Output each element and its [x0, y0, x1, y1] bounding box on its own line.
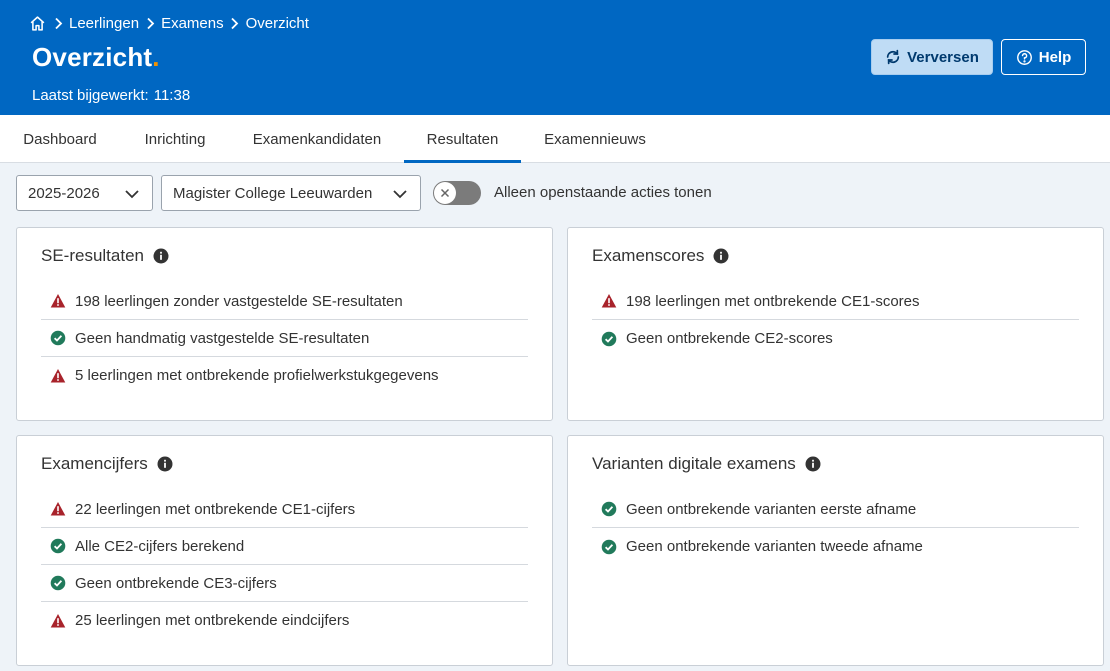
status-row-text: Geen ontbrekende varianten tweede afname — [626, 538, 923, 555]
warning-icon — [601, 293, 617, 309]
status-row-text: Geen ontbrekende CE2-scores — [626, 330, 833, 347]
help-icon — [1016, 49, 1032, 65]
tab-resultaten[interactable]: Resultaten — [404, 115, 521, 163]
breadcrumb-examens[interactable]: Examens — [161, 15, 224, 32]
info-icon[interactable] — [805, 456, 821, 472]
info-icon[interactable] — [157, 456, 173, 472]
check-circle-icon — [601, 501, 617, 517]
tab-inrichting[interactable]: Inrichting — [136, 115, 214, 162]
status-row-text: Geen handmatig vastgestelde SE-resultate… — [75, 329, 370, 347]
card-examenscores: Examenscores 198 leerlingen met ontbreke… — [567, 227, 1104, 421]
page-header: Leerlingen Examens Overzicht Overzicht. … — [0, 0, 1110, 115]
status-row-text: Geen ontbrekende varianten eerste afname — [626, 500, 917, 518]
status-row: 5 leerlingen met ontbrekende profielwerk… — [41, 357, 528, 394]
card-title-text: Examencijfers — [41, 454, 148, 473]
card-title: SE-resultaten — [41, 246, 169, 266]
chevron-right-icon — [224, 14, 246, 32]
card-title: Examenscores — [592, 246, 729, 266]
status-row-text: Geen ontbrekende CE3-cijfers — [75, 574, 277, 592]
status-row-text: 22 leerlingen met ontbrekende CE1-cijfer… — [75, 500, 356, 518]
status-row: Geen ontbrekende CE2-scores — [592, 320, 1079, 357]
check-circle-icon — [50, 575, 66, 591]
last-updated-label: Laatst bijgewerkt: — [32, 87, 149, 104]
tab-dashboard[interactable]: Dashboard — [16, 115, 104, 162]
card-rows: Geen ontbrekende varianten eerste afname… — [592, 491, 1079, 565]
year-select[interactable]: 2025-2026 — [16, 175, 153, 211]
status-row: 198 leerlingen met ontbrekende CE1-score… — [592, 283, 1079, 320]
help-button[interactable]: Help — [1001, 39, 1086, 75]
breadcrumb-leerlingen[interactable]: Leerlingen — [69, 15, 139, 32]
toggle-knob — [434, 182, 456, 204]
status-row-text: 198 leerlingen met ontbrekende CE1-score… — [626, 292, 920, 310]
chevron-right-icon — [47, 14, 69, 32]
card-title-text: Varianten digitale examens — [592, 454, 796, 473]
status-row-text: 25 leerlingen met ontbrekende eindcijfer… — [75, 612, 350, 629]
chevron-down-icon — [393, 190, 407, 199]
status-row: Geen handmatig vastgestelde SE-resultate… — [41, 320, 528, 357]
last-updated: Laatst bijgewerkt: 11:38 — [32, 87, 190, 104]
card-se-resultaten: SE-resultaten 198 leerlingen zonder vast… — [16, 227, 553, 421]
info-icon[interactable] — [153, 248, 169, 264]
info-icon[interactable] — [713, 248, 729, 264]
check-circle-icon — [601, 539, 617, 555]
chevron-down-icon — [125, 190, 139, 199]
home-icon[interactable] — [29, 14, 47, 32]
warning-icon — [50, 368, 66, 384]
tab-bar: Dashboard Inrichting Examenkandidaten Re… — [0, 115, 1110, 163]
close-icon — [440, 188, 450, 198]
card-rows: 22 leerlingen met ontbrekende CE1-cijfer… — [41, 491, 528, 639]
card-rows: 198 leerlingen met ontbrekende CE1-score… — [592, 283, 1079, 357]
status-row: Geen ontbrekende CE3-cijfers — [41, 565, 528, 602]
card-title: Varianten digitale examens — [592, 454, 821, 474]
title-accent-dot: . — [152, 42, 160, 72]
status-row: Geen ontbrekende varianten eerste afname — [592, 491, 1079, 528]
help-button-label: Help — [1038, 48, 1072, 66]
status-row: 25 leerlingen met ontbrekende eindcijfer… — [41, 602, 528, 639]
page-title: Overzicht. — [32, 42, 160, 73]
refresh-icon — [886, 49, 900, 65]
school-select[interactable]: Magister College Leeuwarden — [161, 175, 421, 211]
warning-icon — [50, 613, 66, 629]
warning-icon — [50, 293, 66, 309]
refresh-button-label: Verversen — [907, 48, 979, 66]
check-circle-icon — [50, 538, 66, 554]
last-updated-time: 11:38 — [153, 87, 191, 104]
page-title-text: Overzicht — [32, 42, 153, 72]
year-select-value: 2025-2026 — [28, 184, 100, 202]
status-row-text: Alle CE2-cijfers berekend — [75, 537, 245, 555]
refresh-button[interactable]: Verversen — [871, 39, 993, 75]
warning-icon — [50, 501, 66, 517]
status-row: 198 leerlingen zonder vastgestelde SE-re… — [41, 283, 528, 320]
card-varianten-digitale-examens: Varianten digitale examens Geen ontbreke… — [567, 435, 1104, 666]
status-row-text: 198 leerlingen zonder vastgestelde SE-re… — [75, 292, 403, 310]
chevron-right-icon — [139, 14, 161, 32]
school-select-value: Magister College Leeuwarden — [173, 184, 373, 202]
status-row: Geen ontbrekende varianten tweede afname — [592, 528, 1079, 565]
tab-examennieuws[interactable]: Examennieuws — [537, 115, 653, 162]
check-circle-icon — [601, 331, 617, 347]
breadcrumb-overzicht[interactable]: Overzicht — [246, 15, 309, 32]
card-title-text: SE-resultaten — [41, 246, 144, 265]
card-title-text: Examenscores — [592, 246, 705, 265]
check-circle-icon — [50, 330, 66, 346]
open-actions-toggle[interactable] — [433, 181, 481, 205]
status-row: Alle CE2-cijfers berekend — [41, 528, 528, 565]
tab-examenkandidaten[interactable]: Examenkandidaten — [246, 115, 388, 162]
open-actions-toggle-label: Alleen openstaande acties tonen — [494, 184, 712, 201]
card-examencijfers: Examencijfers 22 leerlingen met ontbreke… — [16, 435, 553, 666]
status-row-text: 5 leerlingen met ontbrekende profielwerk… — [75, 367, 439, 384]
card-title: Examencijfers — [41, 454, 173, 474]
breadcrumb: Leerlingen Examens Overzicht — [29, 13, 309, 33]
status-row: 22 leerlingen met ontbrekende CE1-cijfer… — [41, 491, 528, 528]
card-rows: 198 leerlingen zonder vastgestelde SE-re… — [41, 283, 528, 394]
